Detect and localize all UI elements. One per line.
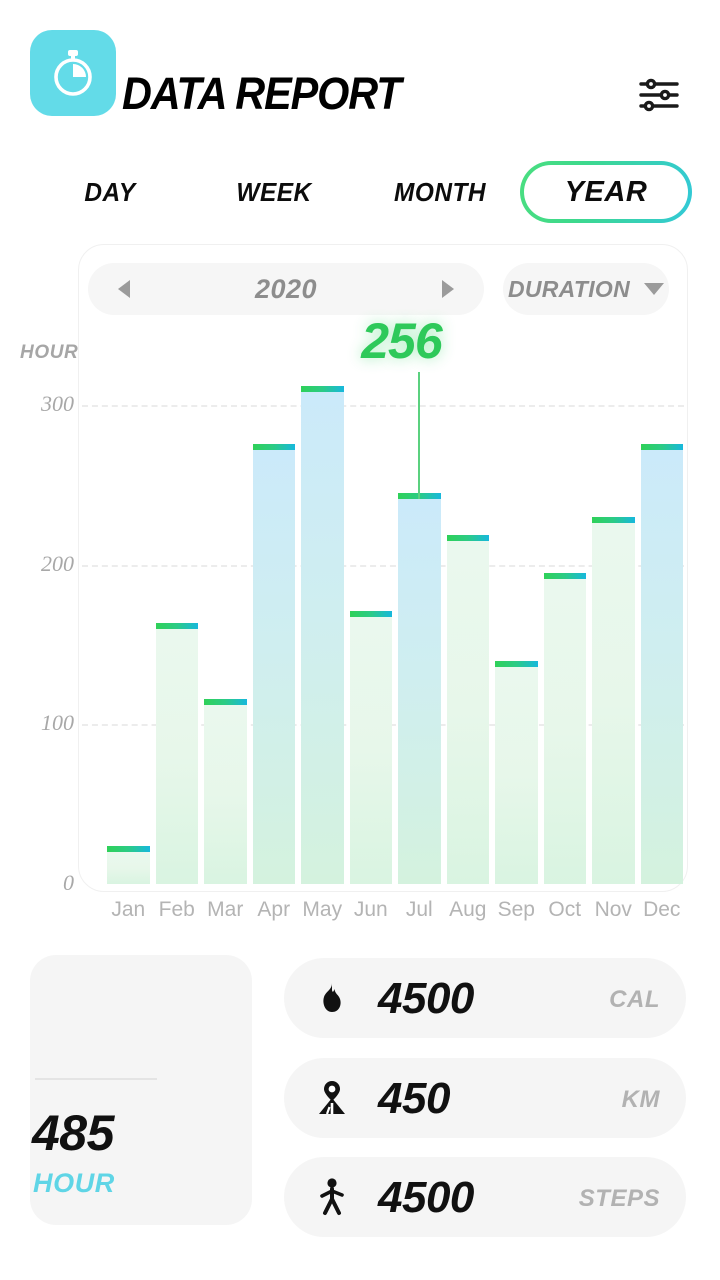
bar-cap bbox=[446, 534, 489, 541]
x-axis-label: Aug bbox=[449, 898, 487, 921]
stat-unit: STEPS bbox=[578, 1185, 660, 1212]
y-axis-tick: 300 bbox=[41, 391, 74, 416]
x-axis-label: Apr bbox=[257, 898, 291, 921]
x-axis-label: Nov bbox=[594, 898, 632, 921]
bar-jan[interactable] bbox=[107, 846, 150, 884]
x-axis-label: Dec bbox=[643, 898, 681, 921]
x-axis-label: Mar bbox=[207, 898, 244, 921]
bar-body bbox=[398, 499, 441, 884]
y-axis-tick: 100 bbox=[41, 710, 74, 736]
summary-unit: HOUR bbox=[33, 1168, 115, 1198]
stat-value: 450 bbox=[378, 1074, 450, 1123]
bar-body bbox=[592, 523, 635, 884]
summary-icon-tile bbox=[30, 30, 116, 116]
page-title: DATA REPORT bbox=[122, 68, 402, 119]
highlight-connector-line bbox=[418, 372, 421, 500]
flame-icon bbox=[312, 978, 352, 1018]
bar-cap bbox=[107, 846, 150, 853]
bar-cap bbox=[252, 443, 295, 450]
bar-mar[interactable] bbox=[204, 699, 247, 884]
y-axis-tick: 0 bbox=[63, 870, 74, 895]
tab-day[interactable]: DAY bbox=[61, 156, 159, 228]
bar-body bbox=[204, 705, 247, 884]
bar-body bbox=[107, 852, 150, 884]
tab-year[interactable]: YEAR bbox=[520, 161, 692, 223]
x-axis-label: Jul bbox=[405, 898, 433, 921]
bar-cap bbox=[592, 517, 635, 524]
data-report-screen: DATA REPORT DAY WEEK MONTH YEAR 2020 DUR… bbox=[0, 0, 720, 1280]
y-axis-tick: 200 bbox=[41, 550, 74, 576]
stat-value: 4500 bbox=[378, 974, 474, 1023]
bar-dec[interactable] bbox=[640, 443, 683, 884]
bar-cap bbox=[495, 660, 538, 667]
summary-divider bbox=[35, 1078, 157, 1080]
bar-jun[interactable] bbox=[349, 611, 392, 884]
bar-sep[interactable] bbox=[495, 660, 538, 884]
walking-icon bbox=[312, 1177, 352, 1217]
x-axis-label: May bbox=[302, 898, 343, 921]
stat-unit: CAL bbox=[609, 986, 660, 1013]
bar-body bbox=[252, 449, 295, 884]
bar-feb[interactable] bbox=[155, 622, 198, 884]
x-axis-label: Feb bbox=[158, 898, 195, 921]
summary-value: 485 bbox=[32, 1105, 114, 1161]
bar-body bbox=[446, 540, 489, 884]
stat-value: 4500 bbox=[378, 1173, 474, 1222]
stat-row[interactable]: 450 KM bbox=[284, 1058, 686, 1138]
x-axis-label: Oct bbox=[548, 898, 582, 921]
tab-month[interactable]: MONTH bbox=[382, 156, 499, 228]
tab-week[interactable]: WEEK bbox=[216, 156, 333, 228]
bar-cap bbox=[204, 699, 247, 706]
stat-unit: KM bbox=[621, 1086, 660, 1113]
stat-row[interactable]: 4500 STEPS bbox=[284, 1157, 686, 1237]
bar-cap bbox=[543, 573, 586, 580]
bar-cap bbox=[155, 622, 198, 629]
filter-button[interactable] bbox=[636, 72, 682, 118]
bar-may[interactable] bbox=[301, 386, 344, 884]
x-axis-label: Jan bbox=[111, 898, 146, 921]
bar-body bbox=[640, 449, 683, 884]
bar-aug[interactable] bbox=[446, 534, 489, 884]
bar-body bbox=[543, 579, 586, 884]
stopwatch-icon bbox=[54, 50, 92, 96]
bar-cap bbox=[640, 443, 683, 450]
bar-body bbox=[495, 666, 538, 884]
bar-body bbox=[301, 392, 344, 884]
x-axis-label: Jun bbox=[353, 898, 388, 921]
bar-cap bbox=[301, 386, 344, 393]
bar-apr[interactable] bbox=[252, 443, 295, 884]
bar-cap bbox=[349, 611, 392, 618]
bar-body bbox=[155, 628, 198, 884]
stat-row[interactable]: 4500 CAL bbox=[284, 958, 686, 1038]
x-axis-labels: Jan Feb Mar Apr May Jun Jul Aug Sep Oct Nov Dec bbox=[104, 898, 686, 932]
highlight-value-label: 256 bbox=[361, 313, 442, 369]
bar-jul[interactable] bbox=[398, 493, 441, 884]
bar-nov[interactable] bbox=[592, 517, 635, 884]
period-tabs: DAY WEEK MONTH YEAR bbox=[0, 156, 720, 228]
bar-body bbox=[349, 617, 392, 884]
route-pin-icon bbox=[312, 1078, 352, 1118]
bar-oct[interactable] bbox=[543, 573, 586, 884]
x-axis-label: Sep bbox=[497, 898, 535, 921]
sliders-icon bbox=[639, 78, 679, 112]
